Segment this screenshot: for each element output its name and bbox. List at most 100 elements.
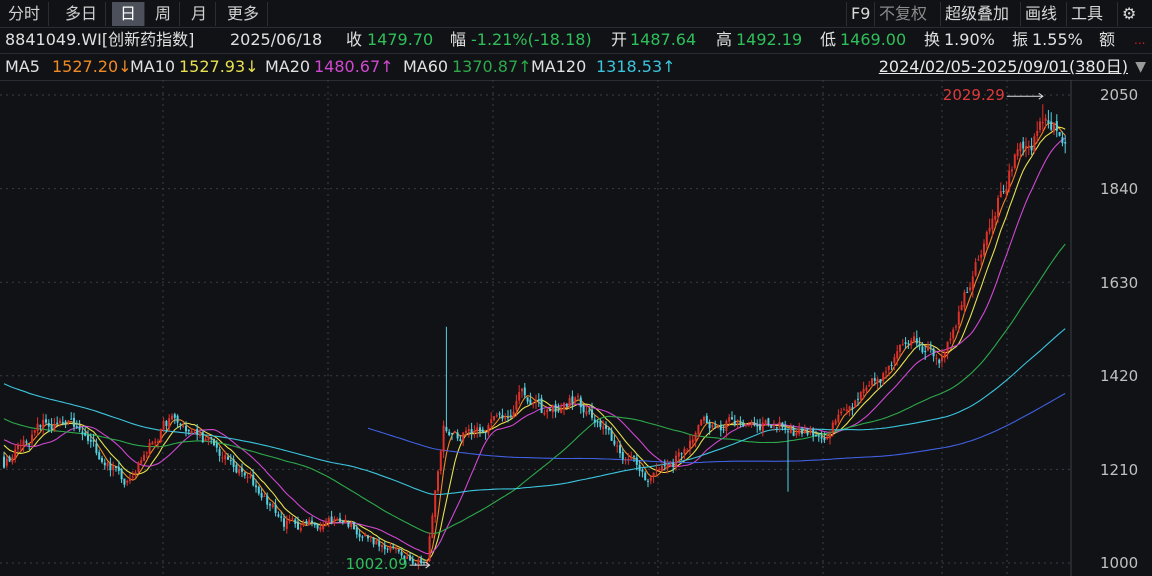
candle-body (22, 440, 25, 447)
candle (372, 536, 375, 548)
tab-intraday[interactable]: 分时 (0, 2, 50, 26)
candle-body (1050, 121, 1053, 130)
candle (243, 472, 246, 479)
candle-body (610, 430, 613, 441)
candle-body (131, 476, 134, 478)
candle (364, 532, 367, 537)
candle (462, 432, 465, 447)
candle-body (921, 346, 924, 353)
candle-body (417, 559, 420, 565)
candle-body (988, 227, 991, 232)
candle (14, 443, 17, 463)
candle-body (607, 428, 610, 431)
candle-body (246, 476, 249, 478)
candlestick-chart[interactable] (0, 80, 1152, 576)
candle (579, 395, 582, 414)
candle-body (252, 474, 255, 486)
y-tick-label: 1840 (1100, 180, 1139, 198)
candle (501, 408, 504, 422)
candle (333, 515, 336, 527)
candle (543, 409, 546, 416)
ma10-label: MA10 (130, 57, 176, 76)
candle (1050, 112, 1053, 131)
candle (140, 456, 143, 465)
candle-body (1005, 188, 1008, 194)
candle-body (364, 534, 367, 537)
draw-button[interactable]: 画线 (1020, 2, 1061, 26)
ma20-value: 1480.67↑ (314, 57, 394, 76)
candle-body (353, 522, 355, 529)
close-label: 收 (346, 30, 363, 49)
candle (512, 405, 515, 418)
candle (672, 458, 675, 473)
candle-body (703, 416, 705, 421)
candle-body (887, 365, 890, 371)
tools-button[interactable]: 工具 (1066, 2, 1107, 26)
candle-body (381, 545, 383, 548)
tab-daily[interactable]: 日 (112, 2, 146, 26)
candle-body (876, 378, 879, 383)
candle-body (630, 457, 633, 459)
candle-body (431, 515, 434, 538)
candle (154, 438, 157, 446)
candle (476, 422, 479, 438)
dropdown-triangle-icon[interactable]: ▼ (1135, 54, 1146, 80)
candle-body (952, 329, 955, 339)
candle (31, 429, 33, 449)
candle-body (901, 344, 904, 346)
candle-body (767, 418, 770, 425)
candle-body (87, 435, 89, 441)
candle (652, 472, 655, 484)
candle-body (117, 466, 120, 471)
settings-button[interactable]: ⚙ (1117, 2, 1140, 26)
candle (938, 358, 941, 369)
candle-body (941, 356, 943, 362)
candle-body (691, 439, 694, 443)
candle-body (81, 431, 84, 435)
candle-body (333, 518, 336, 523)
candle-body (126, 480, 129, 483)
max-arrow (1006, 92, 1044, 100)
candle-body (873, 378, 876, 381)
tab-more[interactable]: 更多 (219, 2, 269, 26)
candle-body (666, 465, 669, 469)
tab-weekly[interactable]: 周 (147, 2, 181, 26)
candle (70, 412, 73, 420)
candle-body (375, 540, 378, 545)
candle (1041, 104, 1044, 133)
tab-monthly[interactable]: 月 (183, 2, 217, 26)
candle-body (918, 343, 921, 347)
turnover-value: 1.90% (944, 30, 995, 49)
candle-body (456, 432, 459, 439)
candle (630, 451, 633, 460)
candle (445, 326, 448, 433)
candle-body (89, 439, 92, 442)
candle-body (95, 443, 98, 454)
candle-body (627, 458, 630, 460)
ma120-value: 1318.53↑ (596, 57, 676, 76)
candle (1013, 153, 1016, 170)
candle-body (848, 406, 851, 410)
candle (397, 549, 400, 554)
candle (53, 417, 56, 432)
candle-body (143, 454, 145, 461)
f9-button[interactable]: F9 (846, 2, 874, 26)
candle (1036, 121, 1039, 143)
candle (739, 416, 742, 428)
candle-body (719, 425, 722, 431)
candle (395, 545, 397, 554)
candle-body (966, 292, 969, 294)
candle (241, 463, 243, 478)
overlay-button[interactable]: 超级叠加 (940, 2, 1013, 26)
adjust-button[interactable]: 不复权 (874, 2, 931, 26)
date-range-selector[interactable]: 2024/02/05-2025/09/01(380日) (879, 54, 1128, 80)
candle-body (535, 401, 537, 403)
candle (969, 282, 971, 293)
tab-multiday[interactable]: 多日 (57, 2, 107, 26)
candle (621, 448, 624, 464)
candle-body (280, 516, 283, 518)
candle-body (689, 440, 691, 449)
candle-body (53, 424, 56, 431)
candle-body (476, 427, 479, 432)
low-label: 低 (820, 30, 837, 49)
